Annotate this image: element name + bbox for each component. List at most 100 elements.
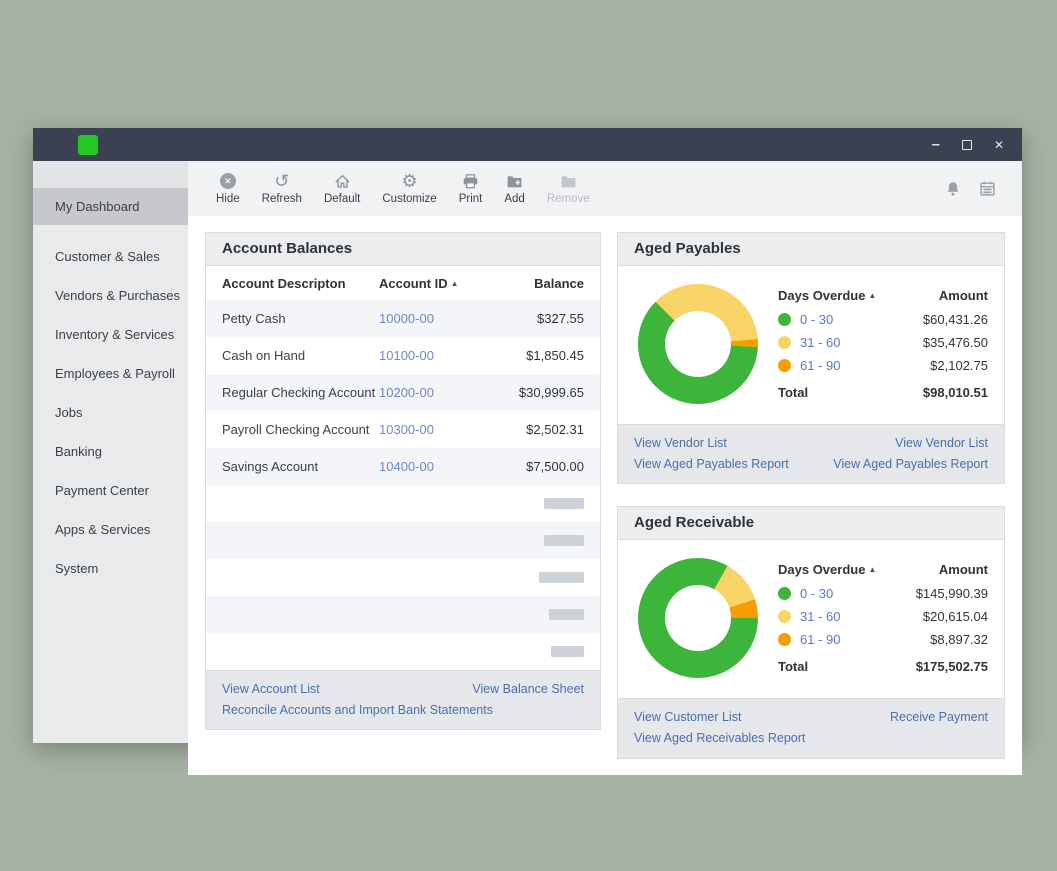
account-id-link[interactable]: 10000-00 <box>379 311 434 326</box>
sidebar-top-strip <box>33 161 188 188</box>
refresh-button[interactable]: ↺ Refresh <box>251 172 313 205</box>
column-header-balance[interactable]: Balance <box>489 276 584 291</box>
view-customer-list-link[interactable]: View Customer List <box>634 710 741 724</box>
dashboard-content: Account Balances Account Descripton Acco… <box>188 216 1022 775</box>
green-dot-icon <box>778 587 791 600</box>
app-logo-icon <box>78 135 98 155</box>
remove-button: Remove <box>536 172 601 205</box>
notifications-bell-icon[interactable] <box>945 180 961 197</box>
aged-payables-donut-chart <box>638 284 758 404</box>
view-aged-payables-report-link[interactable]: View Aged Payables Report <box>634 457 789 471</box>
table-row: Petty Cash 10000-00 $327.55 <box>206 300 600 337</box>
account-balances-table-header: Account Descripton Account ID▲ Balance <box>206 266 600 300</box>
amount-header: Amount <box>939 562 988 577</box>
column-header-account-id[interactable]: Account ID▲ <box>379 276 489 291</box>
aged-receivable-donut-chart <box>638 558 758 678</box>
account-id-link[interactable]: 10200-00 <box>379 385 434 400</box>
account-balance: $7,500.00 <box>489 459 584 474</box>
days-overdue-header[interactable]: Days Overdue▲ <box>778 288 876 303</box>
table-row: Cash on Hand 10100-00 $1,850.45 <box>206 337 600 374</box>
column-header-description[interactable]: Account Descripton <box>222 276 379 291</box>
sidebar-item-inventory-services[interactable]: Inventory & Services <box>33 315 188 354</box>
sidebar-item-banking[interactable]: Banking <box>33 432 188 471</box>
sort-ascending-icon: ▲ <box>868 291 876 300</box>
hide-button[interactable]: ✕ Hide <box>205 172 251 205</box>
bucket-31-60-link[interactable]: 31 - 60 <box>800 609 840 624</box>
account-id-link[interactable]: 10100-00 <box>379 348 434 363</box>
aged-payables-legend-header: Days Overdue▲ Amount <box>778 288 988 303</box>
bucket-amount: $8,897.32 <box>930 632 988 647</box>
customize-button[interactable]: ⚙ Customize <box>371 172 447 205</box>
sidebar-item-employees-payroll[interactable]: Employees & Payroll <box>33 354 188 393</box>
bucket-0-30-link[interactable]: 0 - 30 <box>800 586 833 601</box>
bucket-amount: $35,476.50 <box>923 335 988 350</box>
table-row-skeleton <box>206 559 600 596</box>
view-aged-payables-report-link[interactable]: View Aged Payables Report <box>833 457 988 471</box>
bucket-61-90-link[interactable]: 61 - 90 <box>800 358 840 373</box>
dashboard-toolbar: ✕ Hide ↺ Refresh Default ⚙ Customize <box>188 161 1022 216</box>
folder-icon <box>560 172 577 190</box>
table-row-skeleton <box>206 485 600 522</box>
sidebar-item-jobs[interactable]: Jobs <box>33 393 188 432</box>
reconcile-accounts-link[interactable]: Reconcile Accounts and Import Bank State… <box>222 703 493 717</box>
orange-dot-icon <box>778 359 791 372</box>
sidebar-item-system[interactable]: System <box>33 549 188 588</box>
aged-receivable-title: Aged Receivable <box>618 507 1004 540</box>
total-amount: $175,502.75 <box>916 659 988 674</box>
legend-row: 31 - 60 $20,615.04 <box>778 609 988 624</box>
sort-ascending-icon: ▲ <box>868 565 876 574</box>
account-balances-footer: View Account List View Balance Sheet Rec… <box>206 670 600 729</box>
add-button[interactable]: Add <box>493 172 535 205</box>
gear-icon: ⚙ <box>401 172 417 190</box>
account-description: Petty Cash <box>222 311 379 326</box>
title-bar: – ✕ <box>33 128 1022 161</box>
table-row: Regular Checking Account 10200-00 $30,99… <box>206 374 600 411</box>
default-button[interactable]: Default <box>313 172 371 205</box>
bucket-amount: $2,102.75 <box>930 358 988 373</box>
bucket-61-90-link[interactable]: 61 - 90 <box>800 632 840 647</box>
table-row: Payroll Checking Account 10300-00 $2,502… <box>206 411 600 448</box>
sidebar-item-vendors-purchases[interactable]: Vendors & Purchases <box>33 276 188 315</box>
bucket-amount: $20,615.04 <box>923 609 988 624</box>
days-overdue-header[interactable]: Days Overdue▲ <box>778 562 876 577</box>
bucket-amount: $60,431.26 <box>923 312 988 327</box>
sidebar-item-my-dashboard[interactable]: My Dashboard <box>33 188 188 225</box>
aged-receivable-total-row: Total $175,502.75 <box>778 659 988 674</box>
legend-row: 31 - 60 $35,476.50 <box>778 335 988 350</box>
sidebar-item-payment-center[interactable]: Payment Center <box>33 471 188 510</box>
legend-row: 0 - 30 $60,431.26 <box>778 312 988 327</box>
table-row-skeleton <box>206 633 600 670</box>
view-account-list-link[interactable]: View Account List <box>222 679 320 700</box>
account-id-link[interactable]: 10300-00 <box>379 422 434 437</box>
receive-payment-link[interactable]: Receive Payment <box>890 710 988 724</box>
account-id-link[interactable]: 10400-00 <box>379 459 434 474</box>
calendar-icon[interactable] <box>979 180 996 197</box>
amount-header: Amount <box>939 288 988 303</box>
sidebar-item-apps-services[interactable]: Apps & Services <box>33 510 188 549</box>
account-balance: $327.55 <box>489 311 584 326</box>
view-vendor-list-link[interactable]: View Vendor List <box>634 436 727 450</box>
view-aged-receivables-report-link[interactable]: View Aged Receivables Report <box>634 731 805 745</box>
yellow-dot-icon <box>778 610 791 623</box>
minimize-button[interactable]: – <box>932 137 940 152</box>
sidebar-item-customer-sales[interactable]: Customer & Sales <box>33 237 188 276</box>
bucket-0-30-link[interactable]: 0 - 30 <box>800 312 833 327</box>
account-description: Regular Checking Account <box>222 385 379 400</box>
bucket-31-60-link[interactable]: 31 - 60 <box>800 335 840 350</box>
account-balances-panel: Account Balances Account Descripton Acco… <box>205 232 601 730</box>
view-balance-sheet-link[interactable]: View Balance Sheet <box>472 679 584 700</box>
app-window: – ✕ My Dashboard Customer & Sales Vendor… <box>33 128 1022 743</box>
maximize-button[interactable] <box>962 140 972 150</box>
aged-payables-panel: Aged Payables Days Overdue▲ Amount <box>617 232 1005 484</box>
print-button[interactable]: Print <box>448 172 494 205</box>
table-row-skeleton <box>206 522 600 559</box>
table-row: Savings Account 10400-00 $7,500.00 <box>206 448 600 485</box>
view-vendor-list-link[interactable]: View Vendor List <box>895 436 988 450</box>
aged-receivable-legend-header: Days Overdue▲ Amount <box>778 562 988 577</box>
account-balance: $2,502.31 <box>489 422 584 437</box>
account-balance: $1,850.45 <box>489 348 584 363</box>
legend-row: 61 - 90 $2,102.75 <box>778 358 988 373</box>
aged-payables-footer: View Vendor List View Aged Payables Repo… <box>618 424 1004 483</box>
aged-payables-total-row: Total $98,010.51 <box>778 385 988 400</box>
close-button[interactable]: ✕ <box>994 139 1004 151</box>
